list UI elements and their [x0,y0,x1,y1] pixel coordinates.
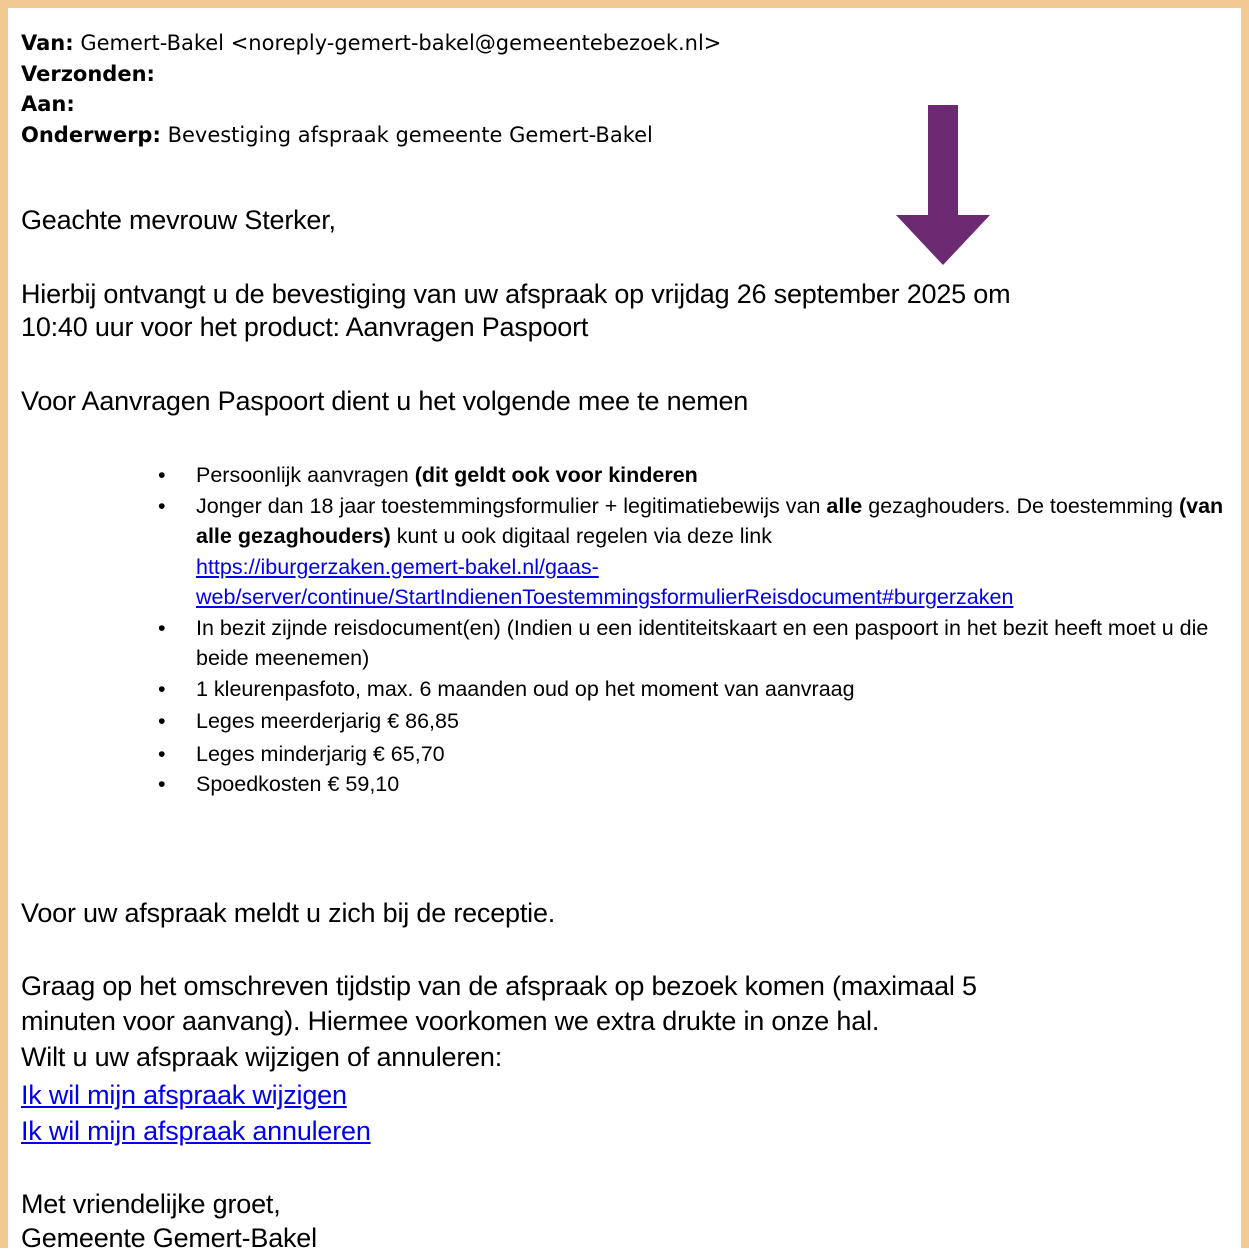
consent-form-link[interactable]: https://iburgerzaken.gemert-bakel.nl/gaa… [196,555,1013,610]
sent-line: Verzonden: [21,59,1235,90]
timing-line-2: minuten voor aanvang). Hiermee voorkomen… [21,1006,880,1036]
signature: Gemeente Gemert-Bakel [21,1223,317,1253]
item-text: Jonger dan 18 jaar toestemmingsformulier… [196,493,827,518]
item-text: Leges minderjarig € 65,70 [196,741,445,766]
item-text: Leges meerderjarig € 86,85 [196,709,459,733]
email-frame: Van: Gemert-Bakel <noreply-gemert-bakel@… [0,0,1249,1253]
item-emphasis: alle [826,493,863,518]
change-prompt: Wilt u uw afspraak wijzigen of annuleren… [21,1042,503,1072]
closing: Met vriendelijke groet, [21,1189,281,1219]
list-item: Jonger dan 18 jaar toestemmingsformulier… [158,491,1248,613]
greeting: Geachte mevrouw Sterker, [21,205,336,235]
list-item: Leges meerderjarig € 86,85 [158,706,1248,737]
confirmation-line-1: Hierbij ontvangt u de bevestiging van uw… [21,279,1011,309]
from-label: Van: [21,31,74,55]
subject-label: Onderwerp: [21,122,161,147]
list-item: Leges minderjarig € 65,70 [158,739,1248,770]
to-label: Aan: [21,92,75,116]
email-header: Van: Gemert-Bakel <noreply-gemert-bakel@… [21,28,1235,150]
timing-line-1: Graag op het omschreven tijdstip van de … [21,971,977,1001]
from-line: Van: Gemert-Bakel <noreply-gemert-bakel@… [21,28,1235,59]
item-text: 1 kleurenpasfoto, max. 6 maanden oud op … [196,676,855,701]
list-item: 1 kleurenpasfoto, max. 6 maanden oud op … [158,674,1248,705]
item-text: Persoonlijk aanvragen [196,463,415,487]
list-item: Spoedkosten € 59,10 [158,769,1248,800]
item-text: kunt u ook digitaal regelen via deze lin… [390,524,773,548]
subject-line: Onderwerp: Bevestiging afspraak gemeente… [21,120,1235,151]
requirements-list: Persoonlijk aanvragen (dit geldt ook voo… [158,460,1248,800]
to-line: Aan: [21,89,1235,120]
from-value: Gemert-Bakel <noreply-gemert-bakel@gemee… [80,31,722,55]
confirmation-line-2: 10:40 uur voor het product: Aanvragen Pa… [21,312,589,342]
reception-note: Voor uw afspraak meldt u zich bij de rec… [21,898,556,928]
item-text: gezaghouders. De toestemming [862,493,1179,518]
list-item: Persoonlijk aanvragen (dit geldt ook voo… [158,460,1248,491]
item-emphasis: (dit geldt ook voor kinderen [414,463,698,487]
item-text: Spoedkosten € 59,10 [196,772,400,796]
sent-label: Verzonden: [21,61,155,86]
down-arrow-icon [896,105,990,265]
change-appointment-link[interactable]: Ik wil mijn afspraak wijzigen [21,1079,347,1112]
requirements-intro: Voor Aanvragen Paspoort dient u het volg… [21,386,749,416]
cancel-appointment-link[interactable]: Ik wil mijn afspraak annuleren [21,1115,371,1148]
item-text: In bezit zijnde reisdocument(en) (Indien… [196,615,1209,671]
subject-value: Bevestiging afspraak gemeente Gemert-Bak… [167,122,653,147]
list-item: In bezit zijnde reisdocument(en) (Indien… [158,613,1248,674]
